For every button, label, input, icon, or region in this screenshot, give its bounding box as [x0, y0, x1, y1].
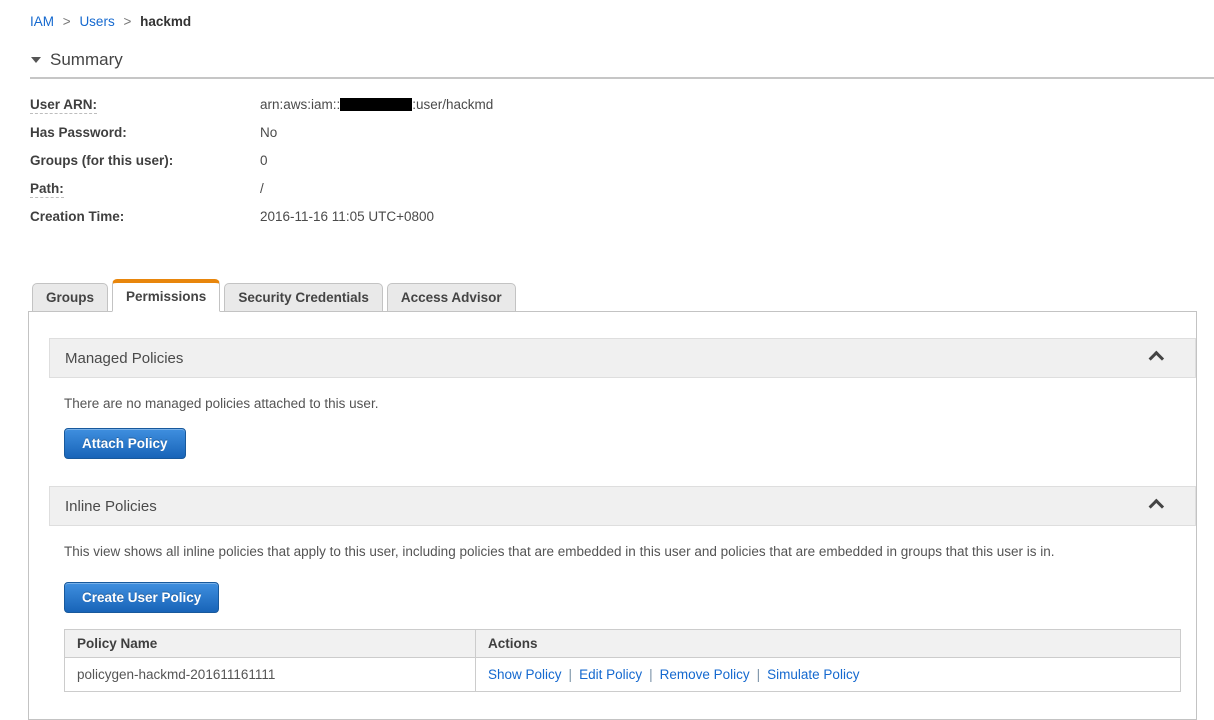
arn-prefix: arn:aws:iam::	[260, 97, 341, 112]
field-label-text: Path:	[30, 181, 64, 198]
policy-name-cell: policygen-hackmd-201611161111	[64, 657, 476, 692]
column-header-actions: Actions	[475, 629, 1181, 658]
table-row: policygen-hackmd-201611161111 Show Polic…	[64, 657, 1181, 692]
field-row-user-arn: User ARN: arn:aws:iam:::user/hackmd	[30, 96, 1214, 114]
pipe-separator: |	[568, 667, 573, 682]
policy-actions-cell: Show Policy | Edit Policy | Remove Policy | Si…	[475, 657, 1181, 692]
summary-fields: User ARN: arn:aws:iam:::user/hackmd Has …	[30, 96, 1214, 226]
attach-policy-button[interactable]: Attach Policy	[64, 428, 186, 459]
field-label-path: Path:	[30, 180, 260, 198]
breadcrumb-separator: >	[62, 14, 71, 29]
field-row-has-password: Has Password: No	[30, 124, 1214, 142]
inline-policies-body: This view shows all inline policies that…	[49, 526, 1196, 692]
collapse-chevron-up-icon[interactable]	[1148, 498, 1165, 514]
tab-groups[interactable]: Groups	[32, 283, 109, 312]
inline-policies-section: Inline Policies This view shows all inli…	[49, 486, 1196, 692]
breadcrumb-separator: >	[123, 14, 132, 29]
field-label-creation-time: Creation Time:	[30, 209, 125, 224]
tab-access-advisor[interactable]: Access Advisor	[386, 283, 516, 312]
redacted-account-id	[340, 98, 413, 111]
breadcrumb-link-iam[interactable]: IAM	[30, 14, 54, 29]
inline-policies-description: This view shows all inline policies that…	[64, 544, 1055, 559]
pipe-separator: |	[649, 667, 653, 682]
field-label-groups: Groups (for this user):	[30, 153, 174, 168]
field-value-creation-time: 2016-11-16 11:05 UTC+0800	[260, 209, 434, 224]
tab-security-credentials[interactable]: Security Credentials	[224, 283, 383, 312]
field-value-has-password: No	[260, 125, 278, 140]
simulate-policy-link[interactable]: Simulate Policy	[767, 667, 859, 682]
arn-suffix: :user/hackmd	[412, 97, 494, 112]
managed-policies-empty-message: There are no managed policies attached t…	[64, 396, 379, 411]
summary-section-header[interactable]: Summary	[31, 50, 1214, 70]
field-row-creation-time: Creation Time: 2016-11-16 11:05 UTC+0800	[30, 208, 1214, 226]
field-value-path: /	[260, 181, 264, 196]
iam-user-detail-page: IAM > Users > hackmd Summary User ARN: a…	[0, 0, 1214, 720]
collapse-chevron-up-icon[interactable]	[1148, 350, 1165, 366]
managed-policies-section: Managed Policies There are no managed po…	[49, 338, 1196, 459]
permissions-tab-panel: Managed Policies There are no managed po…	[28, 312, 1197, 720]
pipe-separator: |	[756, 667, 761, 682]
column-header-policy-name: Policy Name	[64, 629, 476, 658]
inline-policies-header[interactable]: Inline Policies	[49, 486, 1196, 526]
field-row-groups: Groups (for this user): 0	[30, 152, 1214, 170]
summary-title: Summary	[50, 50, 123, 69]
tab-bar: Groups Permissions Security Credentials …	[28, 279, 1197, 312]
managed-policies-title: Managed Policies	[65, 349, 184, 367]
field-label-has-password: Has Password:	[30, 125, 127, 140]
edit-policy-link[interactable]: Edit Policy	[579, 667, 642, 682]
managed-policies-header[interactable]: Managed Policies	[49, 338, 1196, 378]
field-row-path: Path: /	[30, 180, 1214, 198]
field-label-text: User ARN:	[30, 97, 98, 114]
field-label-user-arn: User ARN:	[30, 96, 260, 114]
create-user-policy-button[interactable]: Create User Policy	[64, 582, 220, 613]
summary-divider	[30, 77, 1214, 79]
breadcrumb: IAM > Users > hackmd	[0, 0, 1214, 29]
breadcrumb-link-users[interactable]: Users	[79, 14, 114, 29]
field-value-user-arn: arn:aws:iam:::user/hackmd	[260, 96, 493, 114]
inline-policies-table: Policy Name Actions policygen-hackmd-201…	[64, 629, 1181, 692]
breadcrumb-current-user: hackmd	[140, 14, 192, 29]
collapse-caret-icon[interactable]	[31, 57, 41, 63]
field-value-groups: 0	[260, 153, 268, 168]
table-header-row: Policy Name Actions	[64, 629, 1181, 658]
managed-policies-body: There are no managed policies attached t…	[49, 378, 1196, 459]
tab-permissions[interactable]: Permissions	[112, 279, 221, 312]
remove-policy-link[interactable]: Remove Policy	[660, 667, 750, 682]
show-policy-link[interactable]: Show Policy	[488, 667, 562, 682]
inline-policies-title: Inline Policies	[65, 497, 157, 515]
